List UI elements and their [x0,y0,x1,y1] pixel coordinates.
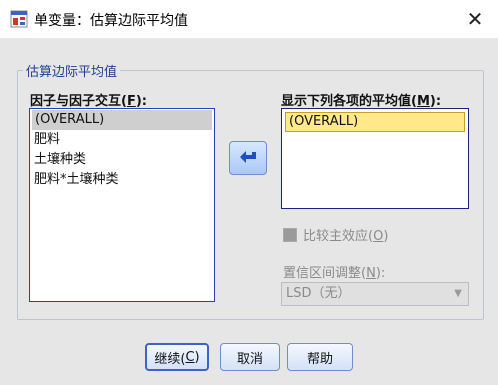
list-item[interactable]: 肥料*土壤种类 [30,170,214,190]
checkbox-label: 比较主效应(O) [303,229,389,244]
list-item[interactable]: 肥料 [30,130,214,150]
display-means-listbox[interactable]: (OVERALL) [281,108,469,209]
cancel-button[interactable]: 取消 [220,343,280,371]
compare-main-effects-checkbox[interactable]: 比较主效应(O) [283,225,388,244]
help-button[interactable]: 帮助 [287,343,353,371]
ci-adjust-select[interactable]: LSD（无） ▼ [281,282,469,306]
close-icon: ✕ [466,7,484,31]
arrow-left-icon [240,151,256,163]
ci-adjust-label: 置信区间调整(N): [283,266,386,281]
title-bar: 单变量：估算边际平均值 ✕ [0,0,498,38]
select-value: LSD（无） [286,286,351,301]
continue-button[interactable]: 继续(C) [145,343,209,371]
checkbox-box[interactable] [283,227,297,242]
chevron-down-icon: ▼ [454,288,462,299]
factors-listbox[interactable]: (OVERALL) 肥料 土壤种类 肥料*土壤种类 [29,108,215,302]
factors-label: 因子与因子交互(F): [30,94,147,109]
list-item[interactable]: (OVERALL) [285,112,465,132]
group-legend: 估算边际平均值 [23,61,121,80]
display-means-label: 显示下列各项的平均值(M): [281,94,442,109]
list-item[interactable]: 土壤种类 [30,150,214,170]
list-item[interactable]: (OVERALL) [32,110,212,130]
close-button[interactable]: ✕ [452,0,498,38]
window-title: 单变量：估算边际平均值 [34,13,188,29]
move-left-button[interactable] [229,141,267,175]
spss-app-icon [10,10,28,28]
